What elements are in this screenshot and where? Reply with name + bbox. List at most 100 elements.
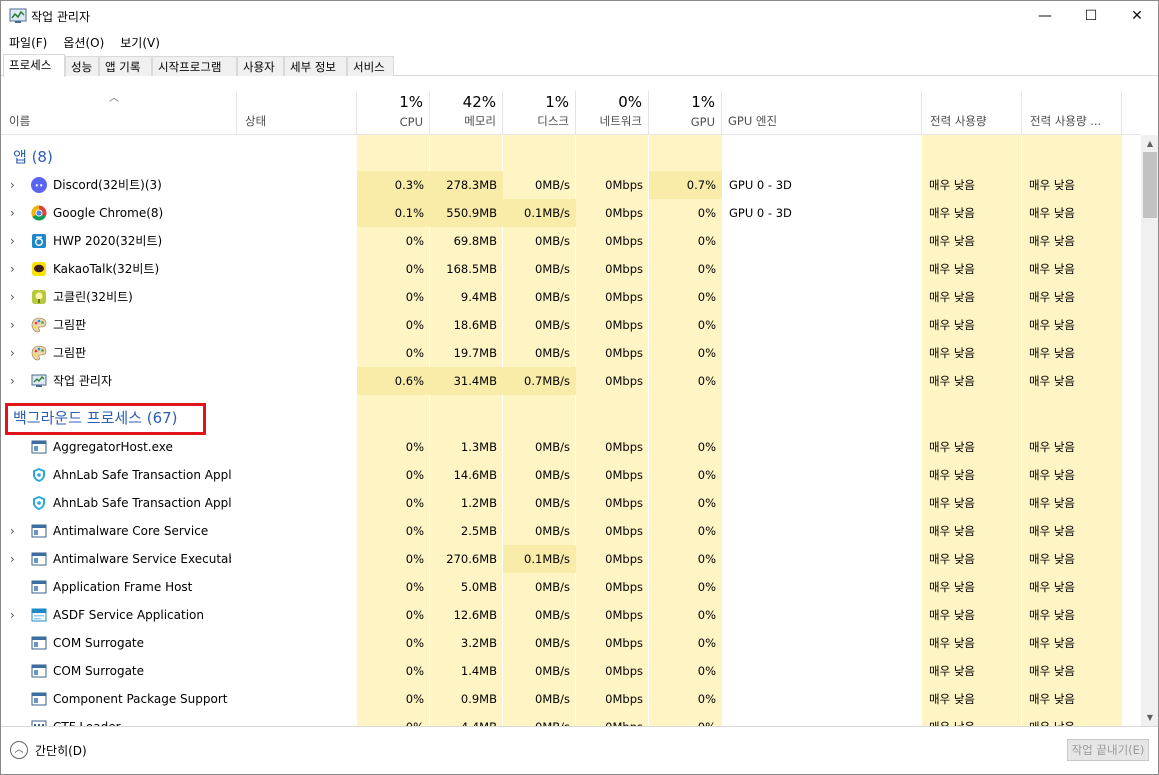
process-row[interactable]: › KakaoTalk(32비트) 0% 168.5MB 0MB/s 0Mbps 0% 매우 … bbox=[1, 255, 1141, 283]
header-status-label: 상태 bbox=[245, 114, 267, 128]
header-network[interactable]: 0% 네트워크 bbox=[576, 91, 649, 135]
power-trend-cell: 매우 낮음 bbox=[1029, 636, 1075, 650]
network-cell: 0Mbps bbox=[605, 178, 643, 192]
network-total-value: 0% bbox=[618, 93, 642, 111]
process-row[interactable]: › 작업 관리자 0.6% 31.4MB 0.7MB/s 0Mbps 0% 매우 낮음 매우 낮… bbox=[1, 367, 1141, 395]
process-row[interactable]: COM Surrogate 0% 3.2MB 0MB/s 0Mbps 0% 매우 낮음 매우 … bbox=[1, 629, 1141, 657]
chevron-up-circle-icon[interactable]: ︿ bbox=[10, 741, 28, 759]
disk-cell: 0MB/s bbox=[535, 692, 570, 706]
tab-details[interactable]: 세부 정보 bbox=[284, 56, 347, 76]
task-manager-icon bbox=[31, 373, 47, 389]
sort-up-icon: ︿ bbox=[109, 93, 119, 104]
chevron-right-icon[interactable]: › bbox=[10, 283, 15, 311]
tab-services[interactable]: 서비스 bbox=[347, 56, 394, 76]
process-row[interactable]: AhnLab Safe Transaction Appli... 0% 14.6MB… bbox=[1, 461, 1141, 489]
process-row[interactable]: AhnLab Safe Transaction Appli... 0% 1.2MB 0… bbox=[1, 489, 1141, 517]
goclean-icon bbox=[31, 289, 47, 305]
scrollbar-thumb[interactable] bbox=[1143, 152, 1157, 218]
process-row[interactable]: › Google Chrome(8) 0.1% 550.9MB 0.1MB/s 0Mbps… bbox=[1, 199, 1141, 227]
gpu-cell: 0% bbox=[697, 552, 716, 566]
maximize-button[interactable]: ☐ bbox=[1068, 1, 1114, 31]
process-row[interactable]: CTF Loader0%4.4MB0MB/s0Mbps0%매우 낮음매우 낮음 bbox=[1, 713, 1141, 726]
chevron-right-icon[interactable]: › bbox=[10, 311, 15, 339]
header-name[interactable]: ︿ 이름 bbox=[1, 91, 237, 135]
chevron-right-icon[interactable]: › bbox=[10, 255, 15, 283]
disk-cell: 0MB/s bbox=[535, 440, 570, 454]
power-trend-cell: 매우 낮음 bbox=[1029, 178, 1075, 192]
tab-startup[interactable]: 시작프로그램 bbox=[152, 56, 237, 76]
footer-bar: ︿ 간단히(D) 작업 끝내기(E) bbox=[1, 726, 1158, 774]
memory-cell: 1.4MB bbox=[460, 664, 497, 678]
menu-file[interactable]: 파일(F) bbox=[1, 31, 55, 53]
task-manager-window: 작업 관리자 — ☐ ✕ 파일(F) 옵션(O) 보기(V) 프로세스 성능 앱… bbox=[0, 0, 1159, 775]
chevron-right-icon[interactable]: › bbox=[10, 199, 15, 227]
cpu-cell: 0% bbox=[405, 524, 424, 538]
network-cell: 0Mbps bbox=[605, 440, 643, 454]
power-trend-cell: 매우 낮음 bbox=[1029, 440, 1075, 454]
fewer-details-link[interactable]: 간단히(D) bbox=[35, 742, 87, 759]
process-row[interactable]: › Discord(32비트)(3) 0.3% 278.3MB 0MB/s 0Mbps 0.… bbox=[1, 171, 1141, 199]
process-row[interactable]: › 그림판 0% 18.6MB 0MB/s 0Mbps 0% 매우 낮음 매우 낮음 bbox=[1, 311, 1141, 339]
menu-view[interactable]: 보기(V) bbox=[112, 31, 168, 53]
memory-cell: 9.4MB bbox=[460, 290, 497, 304]
cpu-cell: 0% bbox=[405, 552, 424, 566]
process-row[interactable]: › Antimalware Core Service 0% 2.5MB 0MB/s 0Mb… bbox=[1, 517, 1141, 545]
power-cell: 매우 낮음 bbox=[929, 440, 975, 454]
disk-cell: 0MB/s bbox=[535, 346, 570, 360]
cpu-cell: 0% bbox=[405, 318, 424, 332]
process-row[interactable]: AggregatorHost.exe 0% 1.3MB 0MB/s 0Mbps 0% 매우 … bbox=[1, 433, 1141, 461]
power-cell: 매우 낮음 bbox=[929, 552, 975, 566]
tab-app-history[interactable]: 앱 기록 bbox=[99, 56, 152, 76]
cpu-cell: 0% bbox=[405, 580, 424, 594]
process-row[interactable]: › ASDF Service Application 0% 12.6MB 0MB/s 0M… bbox=[1, 601, 1141, 629]
group-apps[interactable]: 앱 (8) bbox=[1, 135, 1141, 171]
chevron-right-icon[interactable]: › bbox=[10, 545, 15, 573]
process-row[interactable]: Component Package Support ... 0% 0.9MB 0MB/… bbox=[1, 685, 1141, 713]
header-power[interactable]: 전력 사용량 bbox=[922, 91, 1022, 135]
chevron-right-icon[interactable]: › bbox=[10, 367, 15, 395]
header-power-trend[interactable]: 전력 사용량 ... bbox=[1022, 91, 1122, 135]
tab-processes[interactable]: 프로세스 bbox=[3, 54, 65, 77]
process-row[interactable]: › 그림판 0% 19.7MB 0MB/s 0Mbps 0% 매우 낮음 매우 낮음 bbox=[1, 339, 1141, 367]
window-process-icon bbox=[31, 551, 47, 567]
scroll-down-icon[interactable]: ▼ bbox=[1141, 709, 1158, 726]
power-cell: 매우 낮음 bbox=[929, 496, 975, 510]
tab-strip: 프로세스 성능 앱 기록 시작프로그램 사용자 세부 정보 서비스 bbox=[1, 54, 1158, 77]
end-task-button[interactable]: 작업 끝내기(E) bbox=[1067, 739, 1149, 761]
vertical-scrollbar[interactable]: ▲ ▼ bbox=[1141, 135, 1158, 726]
chevron-right-icon[interactable]: › bbox=[10, 517, 15, 545]
chevron-right-icon[interactable]: › bbox=[10, 227, 15, 255]
chevron-right-icon[interactable]: › bbox=[10, 601, 15, 629]
gpu-engine-cell bbox=[722, 367, 922, 395]
power-cell: 매우 낮음 bbox=[929, 636, 975, 650]
cpu-cell: 0.6% bbox=[357, 367, 430, 395]
header-memory[interactable]: 42% 메모리 bbox=[430, 91, 503, 135]
process-row[interactable]: COM Surrogate 0% 1.4MB 0MB/s 0Mbps 0% 매우 낮음 매우 … bbox=[1, 657, 1141, 685]
chevron-right-icon[interactable]: › bbox=[10, 339, 15, 367]
header-cpu[interactable]: 1% CPU bbox=[357, 91, 430, 135]
header-gpu-engine[interactable]: GPU 엔진 bbox=[722, 91, 922, 135]
header-gpu[interactable]: 1% GPU bbox=[649, 91, 722, 135]
cpu-cell: 0% bbox=[405, 664, 424, 678]
header-disk[interactable]: 1% 디스크 bbox=[503, 91, 576, 135]
header-status[interactable]: 상태 bbox=[237, 91, 357, 135]
cpu-cell: 0% bbox=[405, 608, 424, 622]
network-cell: 0Mbps bbox=[605, 664, 643, 678]
process-row[interactable]: › HWP 2020(32비트) 0% 69.8MB 0MB/s 0Mbps 0% 매우 낮음… bbox=[1, 227, 1141, 255]
minimize-button[interactable]: — bbox=[1022, 1, 1068, 31]
window-process-icon bbox=[31, 579, 47, 595]
tab-performance[interactable]: 성능 bbox=[65, 56, 99, 76]
tab-users[interactable]: 사용자 bbox=[237, 56, 284, 76]
paint-icon bbox=[31, 317, 47, 333]
menu-options[interactable]: 옵션(O) bbox=[55, 31, 112, 53]
scroll-up-icon[interactable]: ▲ bbox=[1141, 135, 1158, 152]
process-name: 그림판 bbox=[53, 318, 87, 332]
cpu-cell: 0% bbox=[405, 468, 424, 482]
power-trend-cell: 매우 낮음 bbox=[1029, 692, 1075, 706]
process-row[interactable]: Application Frame Host 0% 5.0MB 0MB/s 0Mbps 0… bbox=[1, 573, 1141, 601]
close-button[interactable]: ✕ bbox=[1114, 1, 1158, 31]
disk-cell: 0.1MB/s bbox=[503, 199, 576, 227]
chevron-right-icon[interactable]: › bbox=[10, 171, 15, 199]
process-row[interactable]: › Antimalware Service Executable 0% 270.6MB… bbox=[1, 545, 1141, 573]
process-row[interactable]: › 고클린(32비트) 0% 9.4MB 0MB/s 0Mbps 0% 매우 낮음 매우 낮음 bbox=[1, 283, 1141, 311]
